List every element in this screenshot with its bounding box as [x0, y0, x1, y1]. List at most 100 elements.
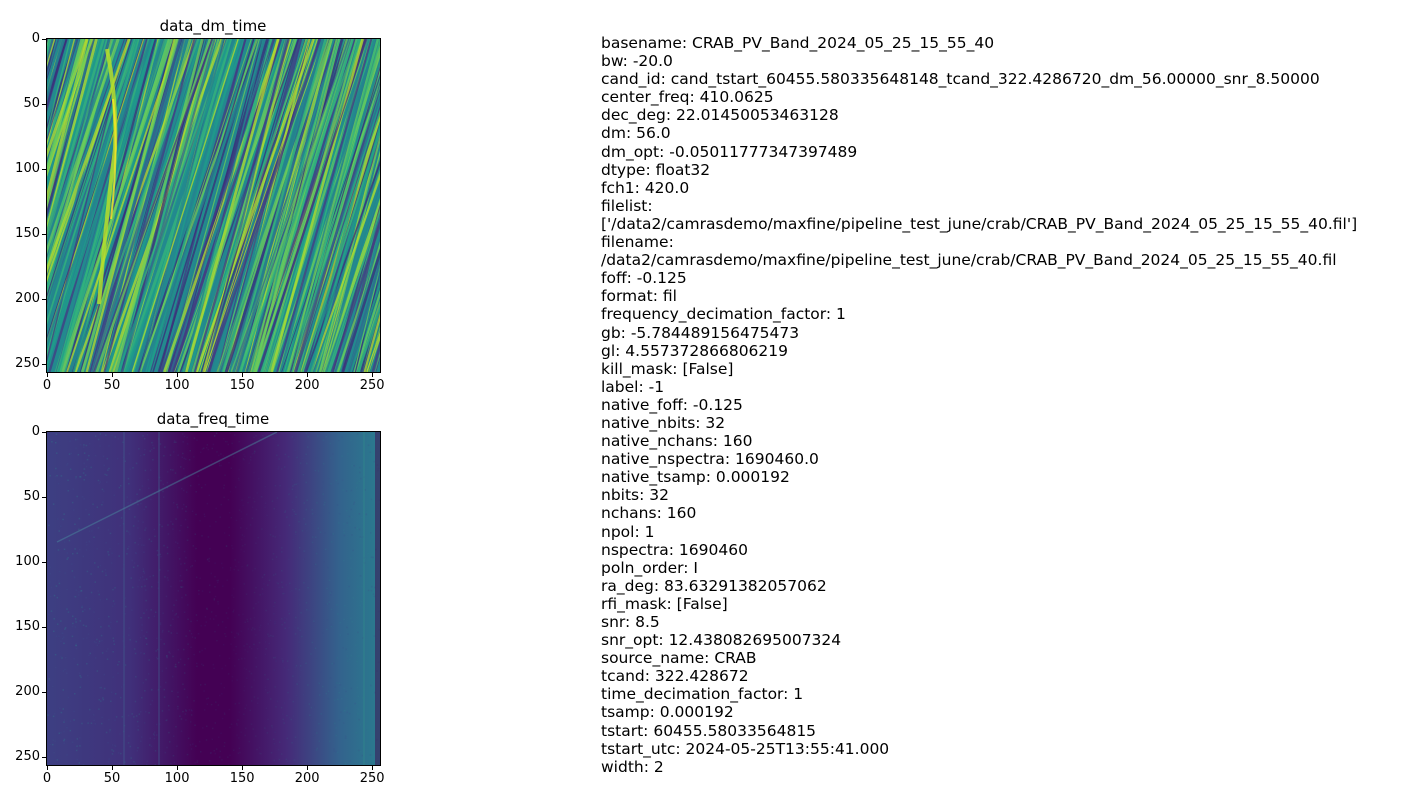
- ft-noise: [185, 710, 187, 712]
- ft-noise: [215, 432, 218, 435]
- ft-noise: [100, 722, 103, 725]
- ft-noise: [217, 624, 220, 626]
- ft-noise: [172, 754, 175, 757]
- ft-noise: [194, 762, 196, 764]
- ft-noise: [350, 617, 352, 619]
- ft-noise: [51, 441, 53, 443]
- ft-noise: [246, 677, 248, 680]
- ft-noise: [199, 684, 202, 686]
- ft-noise: [140, 503, 142, 505]
- ft-noise: [233, 588, 235, 590]
- ft-noise: [314, 563, 317, 566]
- ft-noise: [265, 609, 267, 612]
- ft-noise: [162, 490, 164, 493]
- ft-noise: [65, 672, 68, 674]
- ft-noise: [155, 650, 157, 652]
- ft-noise: [88, 530, 91, 532]
- x-tick-label: 50: [103, 378, 121, 393]
- ft-noise: [136, 565, 139, 567]
- ft-noise: [201, 649, 203, 652]
- ft-noise: [234, 486, 237, 488]
- ft-noise: [173, 761, 176, 764]
- ft-noise: [172, 618, 174, 621]
- ft-noise: [218, 464, 221, 467]
- ft-noise: [141, 624, 143, 626]
- ft-noise: [56, 623, 59, 625]
- ft-noise: [372, 556, 374, 559]
- ft-noise: [263, 583, 265, 585]
- ft-noise: [132, 566, 135, 569]
- ft-noise: [206, 607, 208, 610]
- ft-noise: [294, 449, 296, 452]
- ft-noise: [92, 503, 94, 505]
- ft-noise: [318, 682, 321, 685]
- ft-noise: [358, 480, 360, 483]
- ft-noise: [169, 652, 171, 655]
- ft-noise: [95, 641, 97, 644]
- ft-noise: [241, 657, 243, 660]
- metadata-line: poln_order: I: [601, 558, 698, 577]
- ft-noise: [91, 530, 93, 532]
- ft-noise: [238, 561, 240, 563]
- ft-noise: [153, 737, 156, 740]
- ft-noise: [83, 468, 86, 470]
- ft-noise: [237, 569, 240, 572]
- ft-noise: [265, 434, 267, 436]
- ft-noise: [272, 553, 275, 555]
- ft-noise: [216, 581, 219, 584]
- ft-noise: [319, 514, 322, 517]
- ft-noise: [312, 706, 315, 708]
- ft-noise: [253, 500, 256, 503]
- ft-noise: [300, 612, 302, 614]
- ft-noise: [98, 593, 100, 596]
- ft-noise: [66, 754, 68, 756]
- ft-noise: [212, 663, 215, 666]
- ft-noise: [75, 621, 77, 623]
- y-tick-label: 200: [15, 291, 40, 307]
- ft-noise: [177, 707, 179, 710]
- ft-noise: [111, 744, 114, 746]
- ft-noise: [231, 442, 233, 445]
- metadata-line: frequency_decimation_factor: 1: [601, 305, 846, 324]
- ft-noise: [180, 730, 183, 732]
- ft-noise: [132, 525, 135, 527]
- ft-noise: [267, 623, 270, 625]
- ft-noise: [159, 443, 162, 445]
- metadata-line: format: fil: [601, 287, 677, 306]
- ft-noise: [76, 758, 78, 761]
- ft-noise: [258, 752, 261, 755]
- ft-noise: [92, 714, 95, 716]
- ft-noise: [344, 762, 347, 764]
- ft-noise: [244, 455, 246, 458]
- x-tick-label: 200: [294, 771, 320, 786]
- ft-noise: [184, 713, 187, 715]
- ft-noise: [191, 636, 194, 638]
- ft-noise: [295, 531, 297, 533]
- ft-noise: [60, 711, 63, 714]
- ft-noise: [146, 631, 148, 634]
- ft-noise: [62, 636, 65, 638]
- ft-noise: [311, 616, 314, 619]
- ft-noise: [150, 609, 152, 611]
- ft-noise: [108, 758, 110, 760]
- metadata-line: tsamp: 0.000192: [601, 703, 734, 722]
- ft-noise: [181, 596, 183, 599]
- ft-noise: [190, 632, 193, 635]
- ft-noise: [316, 502, 318, 504]
- ft-noise: [108, 625, 110, 627]
- ft-noise: [65, 656, 67, 659]
- ft-noise: [350, 557, 352, 559]
- ft-noise: [111, 434, 113, 437]
- ft-noise: [160, 638, 162, 641]
- ft-noise: [350, 654, 353, 657]
- ft-noise: [282, 718, 284, 721]
- ft-noise: [328, 484, 331, 486]
- ft-noise: [264, 688, 267, 691]
- ft-noise: [218, 454, 220, 457]
- ft-noise: [264, 502, 267, 505]
- ft-noise: [160, 555, 162, 558]
- ft-noise: [292, 508, 294, 511]
- ft-noise: [71, 741, 74, 744]
- ft-noise: [245, 527, 248, 530]
- ft-noise: [344, 735, 347, 738]
